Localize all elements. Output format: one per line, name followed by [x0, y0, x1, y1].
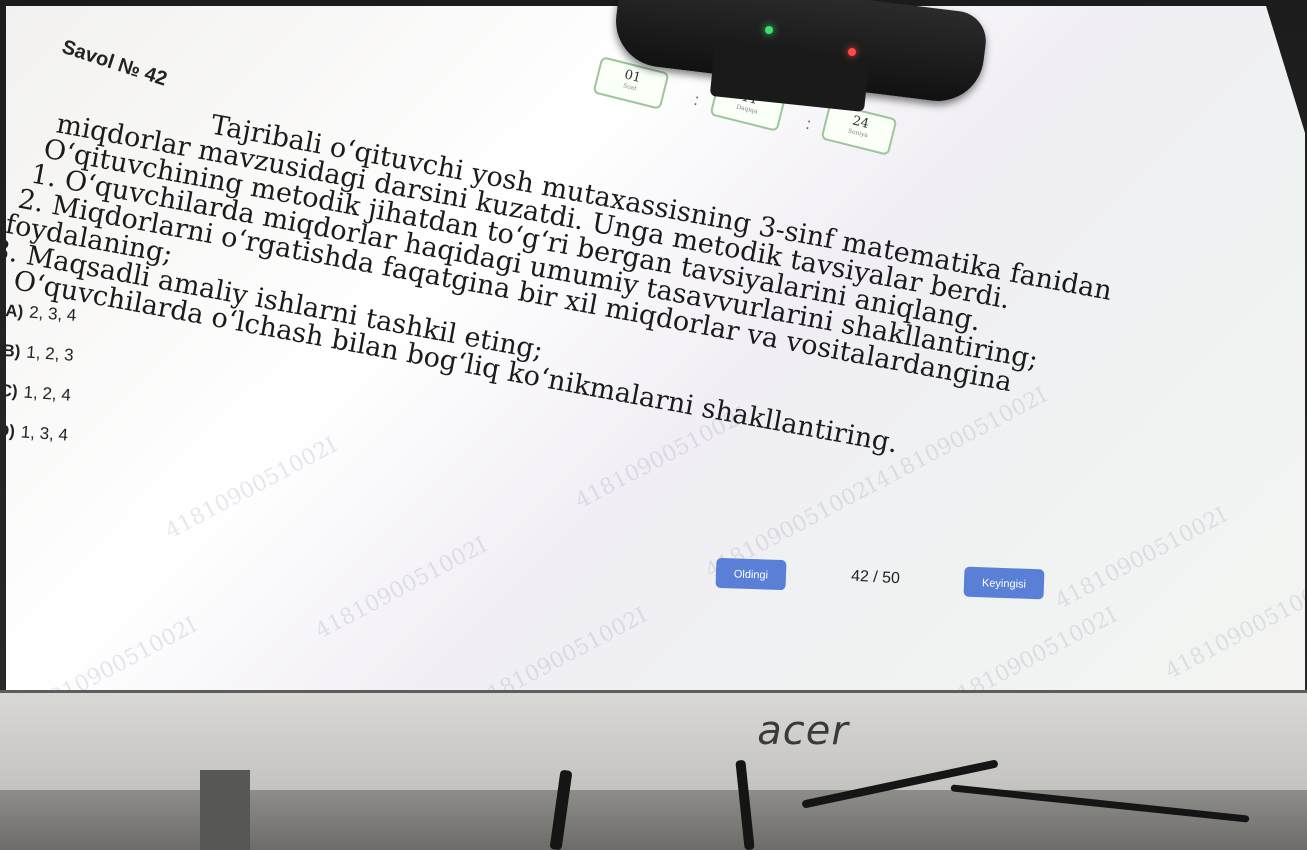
- desk: [0, 790, 1307, 850]
- page-indicator: 42 / 50: [850, 567, 901, 588]
- question-number: Savol № 42: [59, 36, 170, 91]
- option-letter: B): [6, 340, 22, 362]
- question-text: Tajribali o‘qituvchi yosh mutaxassisning…: [6, 86, 1286, 523]
- webcam-led-green: [765, 26, 773, 34]
- monitor-lower-frame: [0, 690, 1307, 793]
- prev-button[interactable]: Oldingi: [715, 557, 787, 591]
- next-button[interactable]: Keyingisi: [963, 566, 1045, 600]
- monitor-stand: [200, 770, 250, 850]
- option-c[interactable]: C) 1, 2, 4: [6, 381, 71, 406]
- option-letter: A): [6, 301, 24, 322]
- webcam-led-red: [848, 48, 856, 56]
- option-value: 1, 2, 3: [25, 342, 75, 365]
- option-b[interactable]: B) 1, 2, 3: [6, 341, 74, 366]
- option-value: 1, 3, 4: [20, 422, 69, 445]
- option-letter: C): [6, 380, 19, 402]
- option-value: 1, 2, 4: [22, 382, 72, 405]
- option-d[interactable]: D) 1, 3, 4: [6, 421, 69, 446]
- answer-options: A) 2, 3, 4 B) 1, 2, 3 C) 1, 2, 4 D) 1, 3, 4: [6, 301, 77, 466]
- timer-separator: :: [804, 115, 813, 134]
- option-letter: D): [6, 420, 16, 441]
- timer-separator: :: [692, 91, 701, 110]
- option-a[interactable]: A) 2, 3, 4: [6, 301, 77, 326]
- monitor-brand-logo: acer: [757, 708, 849, 754]
- monitor-screen: 4181090051002I 4181090051002I 4181090051…: [6, 6, 1305, 711]
- quiz-content: Savol № 42 01 Soat : 11 Daqiqa : 24 Soni…: [6, 6, 1305, 711]
- option-value: 2, 3, 4: [28, 302, 78, 325]
